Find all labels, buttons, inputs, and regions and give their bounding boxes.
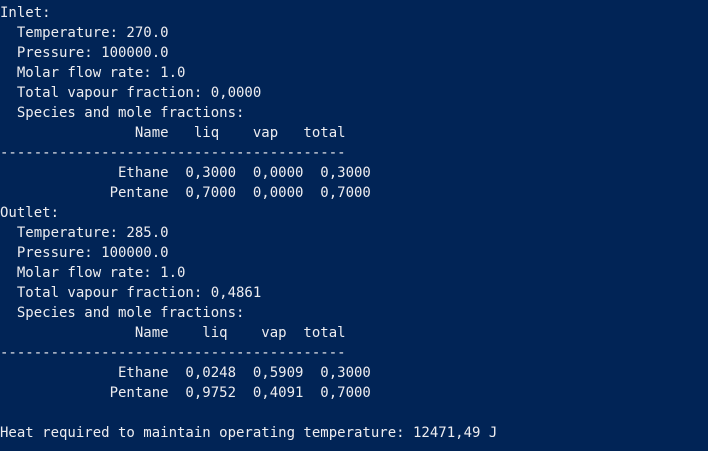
inlet-vapour-fraction: Total vapour fraction: 0,0000 xyxy=(0,85,262,101)
outlet-table-header: Name liq vap total xyxy=(0,325,346,341)
inlet-molar-flow-rate: Molar flow rate: 1.0 xyxy=(0,65,186,81)
inlet-table-header: Name liq vap total xyxy=(0,125,346,141)
outlet-temperature: Temperature: 285.0 xyxy=(0,225,169,241)
inlet-row-pentane: Pentane 0,7000 0,0000 0,7000 xyxy=(0,185,371,201)
heat-required-line: Heat required to maintain operating temp… xyxy=(0,425,498,441)
inlet-pressure: Pressure: 100000.0 xyxy=(0,45,169,61)
outlet-species-heading: Species and mole fractions: xyxy=(0,305,245,321)
outlet-row-ethane: Ethane 0,0248 0,5909 0,3000 xyxy=(0,365,371,381)
inlet-row-ethane: Ethane 0,3000 0,0000 0,3000 xyxy=(0,165,371,181)
outlet-table-divider: ----------------------------------------… xyxy=(0,345,346,361)
outlet-heading: Outlet: xyxy=(0,205,60,221)
outlet-pressure: Pressure: 100000.0 xyxy=(0,245,169,261)
outlet-molar-flow-rate: Molar flow rate: 1.0 xyxy=(0,265,186,281)
outlet-row-pentane: Pentane 0,9752 0,4091 0,7000 xyxy=(0,385,371,401)
inlet-heading: Inlet: xyxy=(0,5,51,21)
powershell-console-output[interactable]: Inlet: Temperature: 270.0 Pressure: 1000… xyxy=(0,0,708,451)
outlet-vapour-fraction: Total vapour fraction: 0,4861 xyxy=(0,285,262,301)
inlet-table-divider: ----------------------------------------… xyxy=(0,145,346,161)
inlet-temperature: Temperature: 270.0 xyxy=(0,25,169,41)
inlet-species-heading: Species and mole fractions: xyxy=(0,105,245,121)
